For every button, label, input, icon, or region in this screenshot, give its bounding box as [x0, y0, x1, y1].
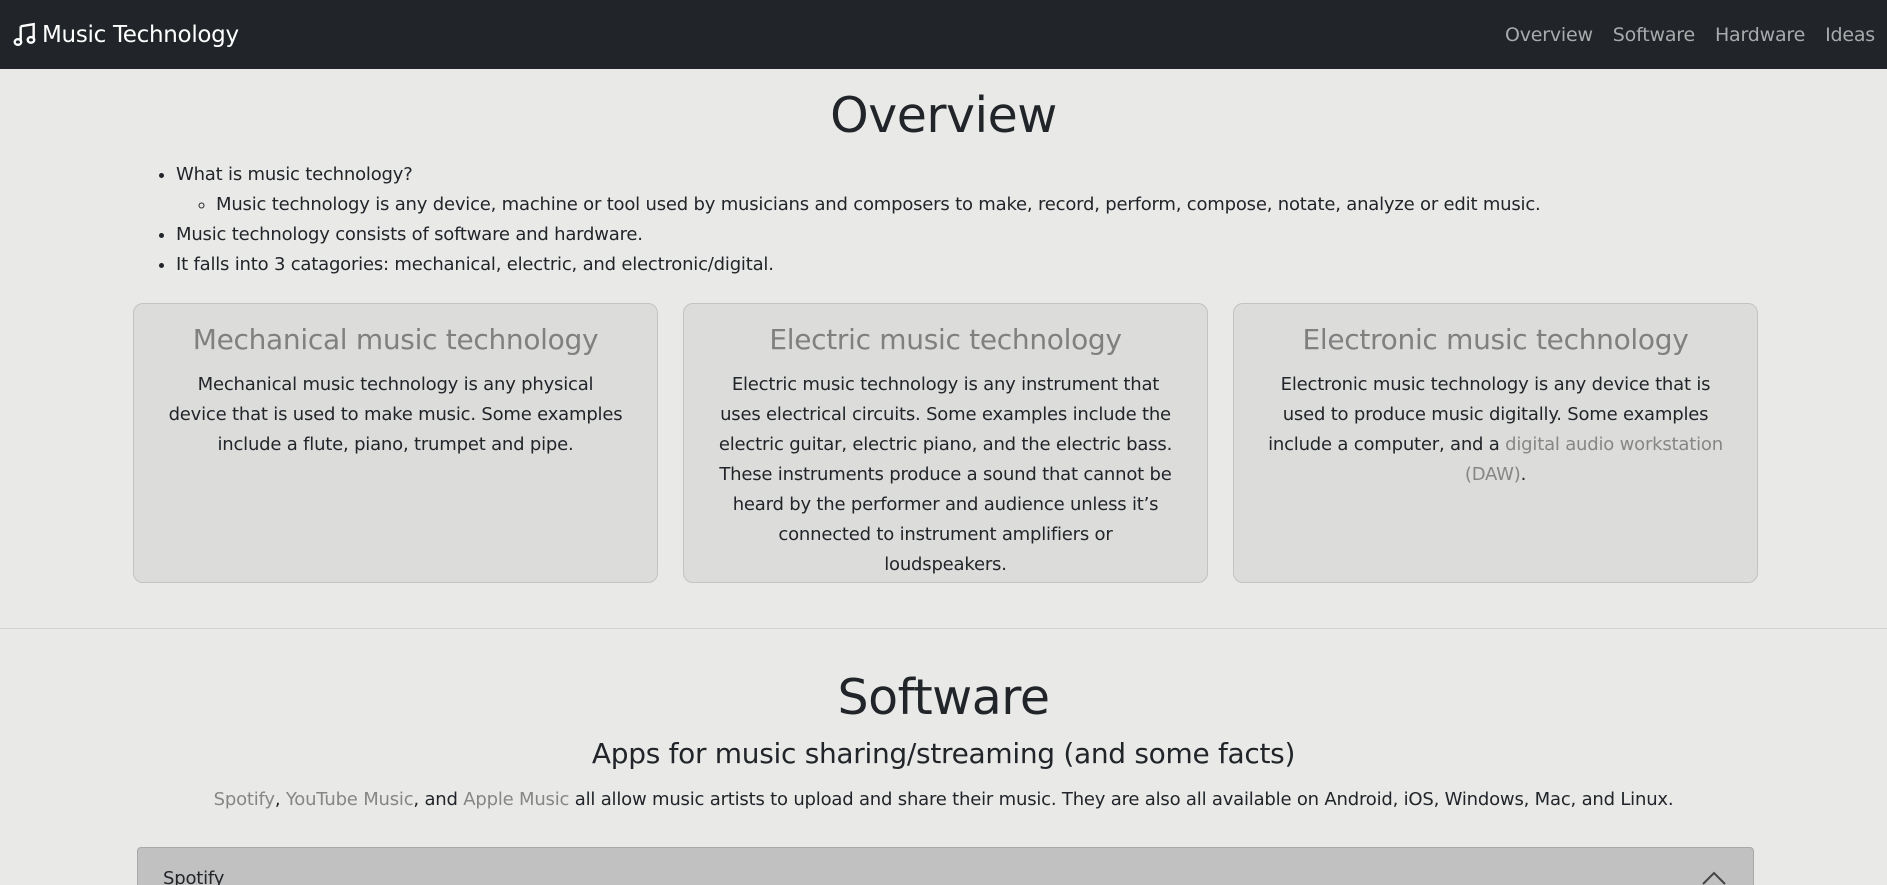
nav-links: Overview Software Hardware Ideas [1485, 24, 1875, 46]
brand-label: Music Technology [42, 21, 239, 48]
software-subtitle: Apps for music sharing/streaming (and so… [591, 737, 1296, 770]
overview-section: Overview What is music technology? Music… [0, 69, 1887, 629]
card-electronic-text: Electronic music technology is any devic… [1268, 370, 1723, 490]
youtube-music-link[interactable]: YouTube Music [286, 789, 414, 810]
category-cards: Mechanical music technology Mechanical m… [133, 303, 1758, 583]
bullet-definition: Music technology is any device, machine … [216, 190, 1776, 220]
bullet-what-is: What is music technology? Music technolo… [176, 160, 1776, 220]
software-title: Software [837, 669, 1050, 726]
apple-music-link[interactable]: Apple Music [463, 789, 569, 810]
nav-link-overview[interactable]: Overview [1505, 24, 1593, 46]
bullet-consists: Music technology consists of software an… [176, 220, 1776, 250]
card-electronic: Electronic music technology Electronic m… [1233, 303, 1758, 583]
card-electric: Electric music technology Electric music… [683, 303, 1208, 583]
overview-title: Overview [830, 87, 1057, 144]
nav-link-hardware[interactable]: Hardware [1715, 24, 1805, 46]
accordion-spotify-label: Spotify [163, 868, 225, 885]
accordion-spotify-header[interactable]: Spotify [137, 847, 1754, 885]
chevron-up-icon[interactable] [1701, 870, 1727, 885]
sub-bullet-list: Music technology is any device, machine … [216, 190, 1776, 220]
brand-link[interactable]: Music Technology [12, 22, 239, 48]
software-section: Software Apps for music sharing/streamin… [0, 629, 1887, 885]
bullet-what-is-text: What is music technology? [176, 164, 413, 185]
software-intro-text: all allow music artists to upload and sh… [569, 789, 1674, 810]
separator-1: , [274, 789, 286, 810]
spotify-link[interactable]: Spotify [214, 789, 275, 810]
card-electronic-text-after: . [1520, 464, 1527, 485]
card-electric-text: Electric music technology is any instrum… [718, 374, 1173, 575]
software-intro: Spotify, YouTube Music, and Apple Music … [0, 789, 1887, 810]
overview-bullet-list: What is music technology? Music technolo… [176, 160, 1776, 280]
nav-link-ideas[interactable]: Ideas [1825, 24, 1875, 46]
card-electric-title: Electric music technology [769, 323, 1122, 356]
bullet-categories: It falls into 3 catagories: mechanical, … [176, 250, 1776, 280]
separator-2: , and [413, 789, 464, 810]
card-electronic-title: Electronic music technology [1302, 323, 1689, 356]
nav-link-software[interactable]: Software [1613, 24, 1695, 46]
card-mechanical: Mechanical music technology Mechanical m… [133, 303, 658, 583]
music-note-icon [13, 22, 36, 46]
card-mechanical-text: Mechanical music technology is any physi… [168, 374, 623, 455]
card-mechanical-title: Mechanical music technology [192, 323, 599, 356]
navbar: Music Technology Overview Software Hardw… [0, 0, 1887, 69]
